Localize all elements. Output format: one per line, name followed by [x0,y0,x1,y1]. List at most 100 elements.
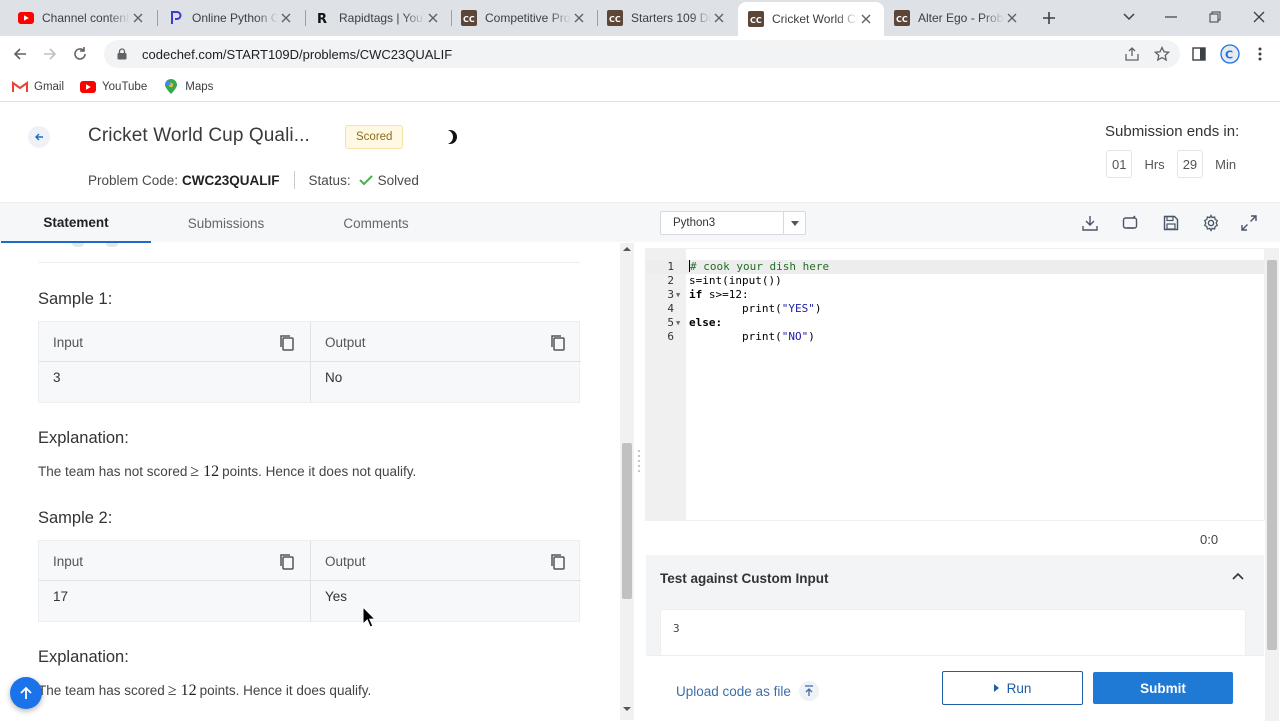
editor-scrollbar-thumb[interactable] [1267,260,1277,650]
save-icon[interactable] [1161,213,1181,233]
tab-title: Channel content - YouTube Studio [42,11,130,25]
browser-tab-youtube-studio[interactable]: Channel content - YouTube Studio [8,4,156,32]
explanation-text-post: points. Hence it does not qualify. [222,464,417,479]
tab-search-icon[interactable] [1117,6,1141,28]
close-icon[interactable] [858,11,874,27]
lock-icon[interactable] [114,46,130,62]
fold-toggle-icon[interactable]: ▼ [676,288,680,302]
restore-icon[interactable] [1203,6,1227,28]
minimize-icon[interactable] [1159,6,1183,28]
copy-icon[interactable] [278,553,296,571]
close-icon[interactable] [711,10,727,26]
address-bar[interactable]: codechef.com/START109D/problems/CWC23QUA… [104,40,1180,68]
pane-resize-handle[interactable] [637,448,641,476]
scored-badge: Scored [345,125,404,149]
browser-tab-competitive-programming[interactable]: CC Competitive Programming [451,4,597,32]
codechef-problem-page: Cricket World Cup Quali... Scored Proble… [0,103,1280,721]
custom-input-field[interactable]: 3 [660,609,1246,655]
browser-tab-online-python[interactable]: Online Python Compiler [158,4,304,32]
upload-code-link[interactable]: Upload code as file [676,681,819,701]
tab-title: Rapidtags | YouTube Tag Generator [339,11,425,25]
download-icon[interactable] [1080,213,1100,233]
timer-hours: 01 [1106,150,1133,178]
forward-arrow-icon[interactable] [38,42,62,66]
copy-icon[interactable] [278,334,296,352]
browser-tab-alter-ego[interactable]: CC Alter Ego - Problems [884,4,1030,32]
reset-code-icon[interactable] [1120,213,1140,233]
arrow-up-icon [20,686,32,699]
sample-2-heading: Sample 2: [38,509,113,527]
scroll-to-top-button[interactable] [10,677,42,709]
close-icon[interactable] [130,10,146,26]
bookmark-maps[interactable]: Maps [163,78,213,95]
run-button[interactable]: Run [942,671,1083,705]
code-line-1[interactable]: 1 # cook your dish here [646,260,1264,274]
new-tab-button[interactable] [1038,7,1060,29]
scroll-down-arrow-icon[interactable] [622,705,632,713]
language-select[interactable]: Python3 [660,211,806,235]
code-text: if s>=12: [689,288,749,302]
tab-submissions[interactable]: Submissions [151,203,301,243]
share-icon[interactable] [1120,42,1144,66]
sample-1-output: Output No [310,322,581,402]
code-paren: ) [808,330,815,343]
codechef-icon: CC [607,10,623,26]
tab-comments[interactable]: Comments [301,203,451,243]
code-line-6[interactable]: 6 print("NO") [646,330,1264,344]
scroll-up-arrow-icon[interactable] [622,245,632,253]
reload-icon[interactable] [68,42,92,66]
copy-icon[interactable] [549,553,567,571]
code-rest: s>=12: [702,288,749,301]
browser-tab-starters-109[interactable]: CC Starters 109 Division [597,4,737,32]
line-number: 1 [667,260,674,273]
close-icon[interactable] [425,10,441,26]
bookmark-gmail[interactable]: Gmail [12,79,64,95]
browser-tab-cricket-world-cup[interactable]: CC Cricket World Cup Qualifier [738,2,884,36]
sample-2-table: Input 17 Output Yes [38,540,581,622]
code-call: print( [689,302,782,315]
submit-button[interactable]: Submit [1093,672,1233,704]
output-value: Yes [325,589,348,604]
bookmark-youtube[interactable]: YouTube [80,79,147,95]
theme-toggle-icon[interactable] [440,127,460,147]
custom-input-title[interactable]: Test against Custom Input [660,571,829,586]
bookmark-star-icon[interactable] [1150,42,1174,66]
code-line-4[interactable]: 4 print("YES") [646,302,1264,316]
explanation-2-text: The team has scored ≥ 12 points. Hence it … [38,682,371,700]
close-icon[interactable] [1004,10,1020,26]
tab-title: Competitive Programming [485,11,571,25]
settings-gear-icon[interactable] [1201,213,1221,233]
close-icon[interactable] [278,10,294,26]
code-editor[interactable]: 1 # cook your dish here 2 s=int(input())… [645,248,1265,521]
close-icon[interactable] [571,10,587,26]
profile-avatar[interactable]: C [1218,42,1242,66]
chevron-up-icon[interactable] [1232,572,1244,580]
explanation-1-heading: Explanation: [38,429,129,447]
tab-statement[interactable]: Statement [1,203,151,243]
page-title: Cricket World Cup Quali... [88,125,310,146]
code-line-5[interactable]: 5 ▼ else: [646,316,1264,330]
svg-text:CC: CC [463,15,475,24]
cursor-position: 0:0 [1200,532,1219,547]
side-panel-icon[interactable] [1187,42,1211,66]
kebab-menu-icon[interactable] [1248,42,1272,66]
explanation-text-post: points. Hence it does qualify. [199,683,372,698]
browser-tab-rapidtags[interactable]: R Rapidtags | YouTube Tag Generator [305,4,451,32]
output-label: Output [325,335,366,350]
window-close-icon[interactable] [1247,6,1271,28]
fold-toggle-icon[interactable]: ▼ [676,316,680,330]
check-icon [358,175,373,186]
code-string: "YES" [781,302,815,315]
back-button[interactable] [28,126,50,148]
back-arrow-icon[interactable] [8,42,32,66]
copy-icon[interactable] [549,334,567,352]
statement-scrollbar-thumb[interactable] [622,443,632,599]
problem-code-label: Problem Code: [88,172,179,188]
editor-scrollbar[interactable] [1265,248,1279,721]
code-line-2[interactable]: 2 s=int(input()) [646,274,1264,288]
code-line-3[interactable]: 3 ▼ if s>=12: [646,288,1264,302]
explanation-text-pre: The team has scored [38,683,165,698]
youtube-icon [18,10,34,26]
fullscreen-icon[interactable] [1239,213,1259,233]
problem-statement: Sample 1: Input 3 Output No Explanation:… [0,243,620,720]
